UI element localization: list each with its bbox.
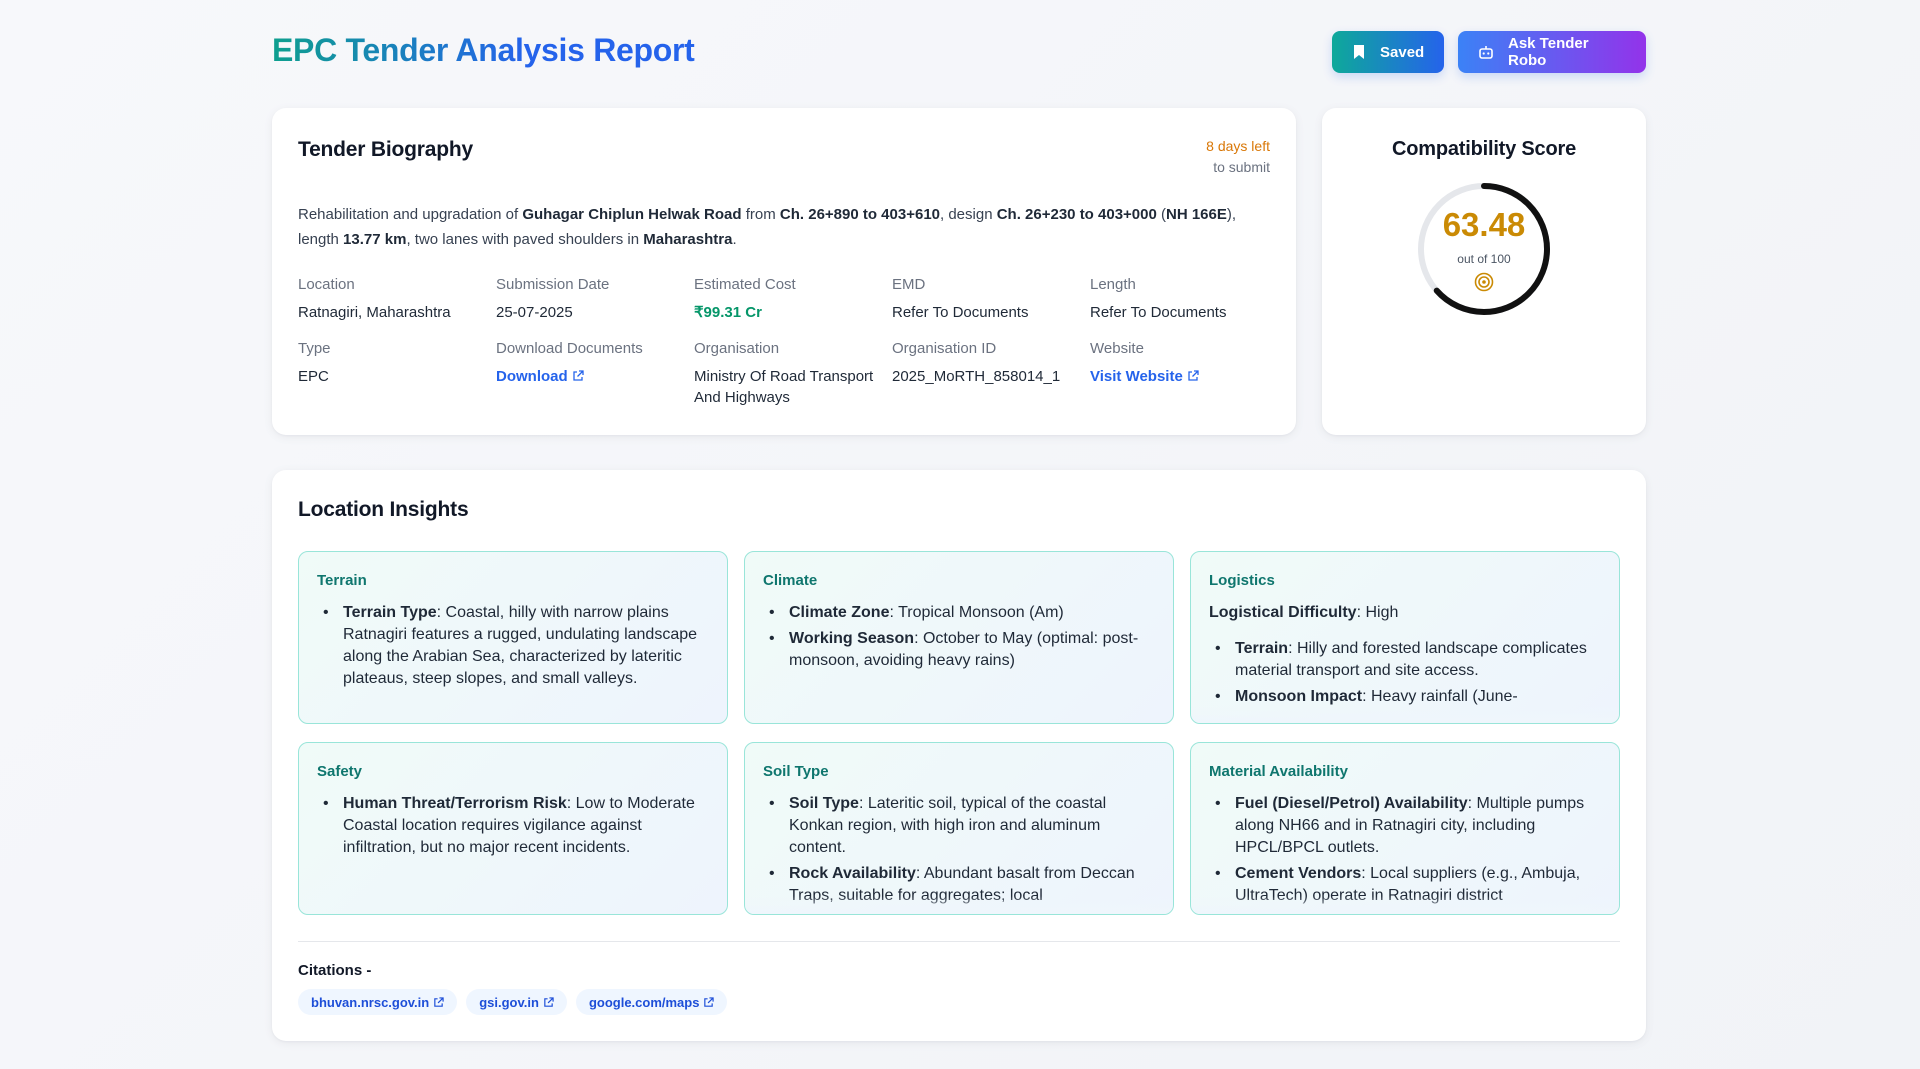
insight-material-availability: Material Availability Fuel (Diesel/Petro…	[1190, 742, 1620, 915]
score-out-of: out of 100	[1457, 252, 1511, 266]
days-left: 8 days left	[1206, 138, 1270, 154]
target-icon	[1474, 272, 1494, 292]
robot-icon	[1479, 46, 1493, 59]
deadline-indicator: 8 days left to submit	[1206, 136, 1270, 178]
visit-website-link[interactable]: Visit Website	[1090, 366, 1280, 387]
field-emd: EMD Refer To Documents	[892, 276, 1029, 321]
field-type: Type EPC	[298, 340, 331, 385]
score-value: 63.48	[1442, 206, 1526, 243]
insight-body: Fuel (Diesel/Petrol) Availability: Multi…	[1209, 793, 1603, 911]
external-link-icon	[544, 996, 554, 1007]
field-submission-date: Submission Date 25-07-2025	[496, 276, 610, 321]
location-insights-title: Location Insights	[298, 498, 469, 521]
field-organisation-id: Organisation ID 2025_MoRTH_858014_1	[892, 340, 1061, 385]
insight-title: Climate	[763, 572, 818, 589]
page-header: EPC Tender Analysis Report Saved Ask Ten…	[272, 28, 1646, 76]
compatibility-score-card: Compatibility Score 63.48 out of 100	[1322, 108, 1646, 435]
insight-soil-type: Soil Type Soil Type: Lateritic soil, typ…	[744, 742, 1174, 915]
insight-body: Soil Type: Lateritic soil, typical of th…	[763, 793, 1157, 911]
list-item: Fuel (Diesel/Petrol) Availability: Multi…	[1215, 793, 1603, 859]
saved-button-label: Saved	[1380, 43, 1425, 61]
compatibility-score-title: Compatibility Score	[1391, 138, 1576, 160]
insight-body: Climate Zone: Tropical Monsoon (Am) Work…	[763, 602, 1157, 676]
download-link[interactable]: Download	[496, 366, 686, 387]
list-item: Climate Zone: Tropical Monsoon (Am)	[769, 602, 1157, 624]
external-link-icon	[704, 996, 715, 1007]
list-item: Soil Type: Lateritic soil, typical of th…	[769, 793, 1157, 859]
page-title: EPC Tender Analysis Report	[272, 32, 695, 68]
external-link-icon	[434, 996, 444, 1007]
field-download-documents: Download Documents Download	[496, 340, 686, 387]
logistical-difficulty: Logistical Difficulty: High	[1209, 604, 1399, 621]
tender-biography-title: Tender Biography	[298, 138, 473, 161]
insight-safety: Safety Human Threat/Terrorism Risk: Low …	[298, 742, 728, 915]
ask-tender-robo-label: Ask Tender Robo	[1508, 35, 1589, 69]
insight-body: Terrain Type: Coastal, hilly with narrow…	[317, 602, 711, 694]
ask-tender-robo-button[interactable]: Ask Tender Robo	[1458, 31, 1646, 73]
bookmark-icon	[1354, 45, 1364, 59]
citation-link[interactable]: bhuvan.nrsc.gov.in	[298, 989, 458, 1015]
field-website: Website Visit Website	[1090, 340, 1280, 387]
divider	[298, 941, 1620, 942]
list-item: Human Threat/Terrorism Risk: Low to Mode…	[323, 793, 711, 859]
list-item: Working Season: October to May (optimal:…	[769, 628, 1157, 672]
insight-logistics: Logistics Logistical Difficulty: High Te…	[1190, 551, 1620, 724]
external-link-icon	[1188, 370, 1199, 381]
citations-list: bhuvan.nrsc.gov.in gsi.gov.in google.com…	[298, 989, 728, 1015]
location-insights-card: Location Insights Terrain Terrain Type: …	[272, 470, 1646, 1041]
insight-body: Logistical Difficulty: High Terrain: Hil…	[1209, 602, 1603, 712]
score-ring	[1418, 183, 1550, 315]
insight-title: Safety	[317, 763, 363, 780]
list-item: Terrain: Hilly and forested landscape co…	[1215, 638, 1603, 682]
citation-link[interactable]: google.com/maps	[575, 989, 728, 1015]
list-item: Terrain Type: Coastal, hilly with narrow…	[323, 602, 711, 690]
insight-climate: Climate Climate Zone: Tropical Monsoon (…	[744, 551, 1174, 724]
score-gauge: 63.48 out of 100	[1417, 182, 1551, 316]
insight-title: Terrain	[317, 572, 367, 589]
field-estimated-cost: Estimated Cost ₹99.31 Cr	[694, 276, 796, 321]
insight-title: Material Availability	[1209, 763, 1348, 780]
insight-body: Human Threat/Terrorism Risk: Low to Mode…	[317, 793, 711, 863]
external-link-icon	[573, 370, 584, 381]
field-organisation: Organisation Ministry Of Road Transport …	[694, 340, 874, 406]
citations-label: Citations -	[298, 962, 372, 979]
days-left-subtitle: to submit	[1213, 159, 1270, 175]
insight-title: Soil Type	[763, 763, 829, 780]
tender-description: Rehabilitation and upgradation of Guhaga…	[298, 206, 1237, 248]
tender-biography-card: Tender Biography 8 days left to submit R…	[272, 108, 1296, 435]
citation-link[interactable]: gsi.gov.in	[466, 989, 567, 1015]
field-location: Location Ratnagiri, Maharashtra	[298, 276, 451, 321]
insight-terrain: Terrain Terrain Type: Coastal, hilly wit…	[298, 551, 728, 724]
saved-button[interactable]: Saved	[1332, 31, 1444, 73]
insight-title: Logistics	[1209, 572, 1275, 589]
field-length: Length Refer To Documents	[1090, 276, 1227, 321]
